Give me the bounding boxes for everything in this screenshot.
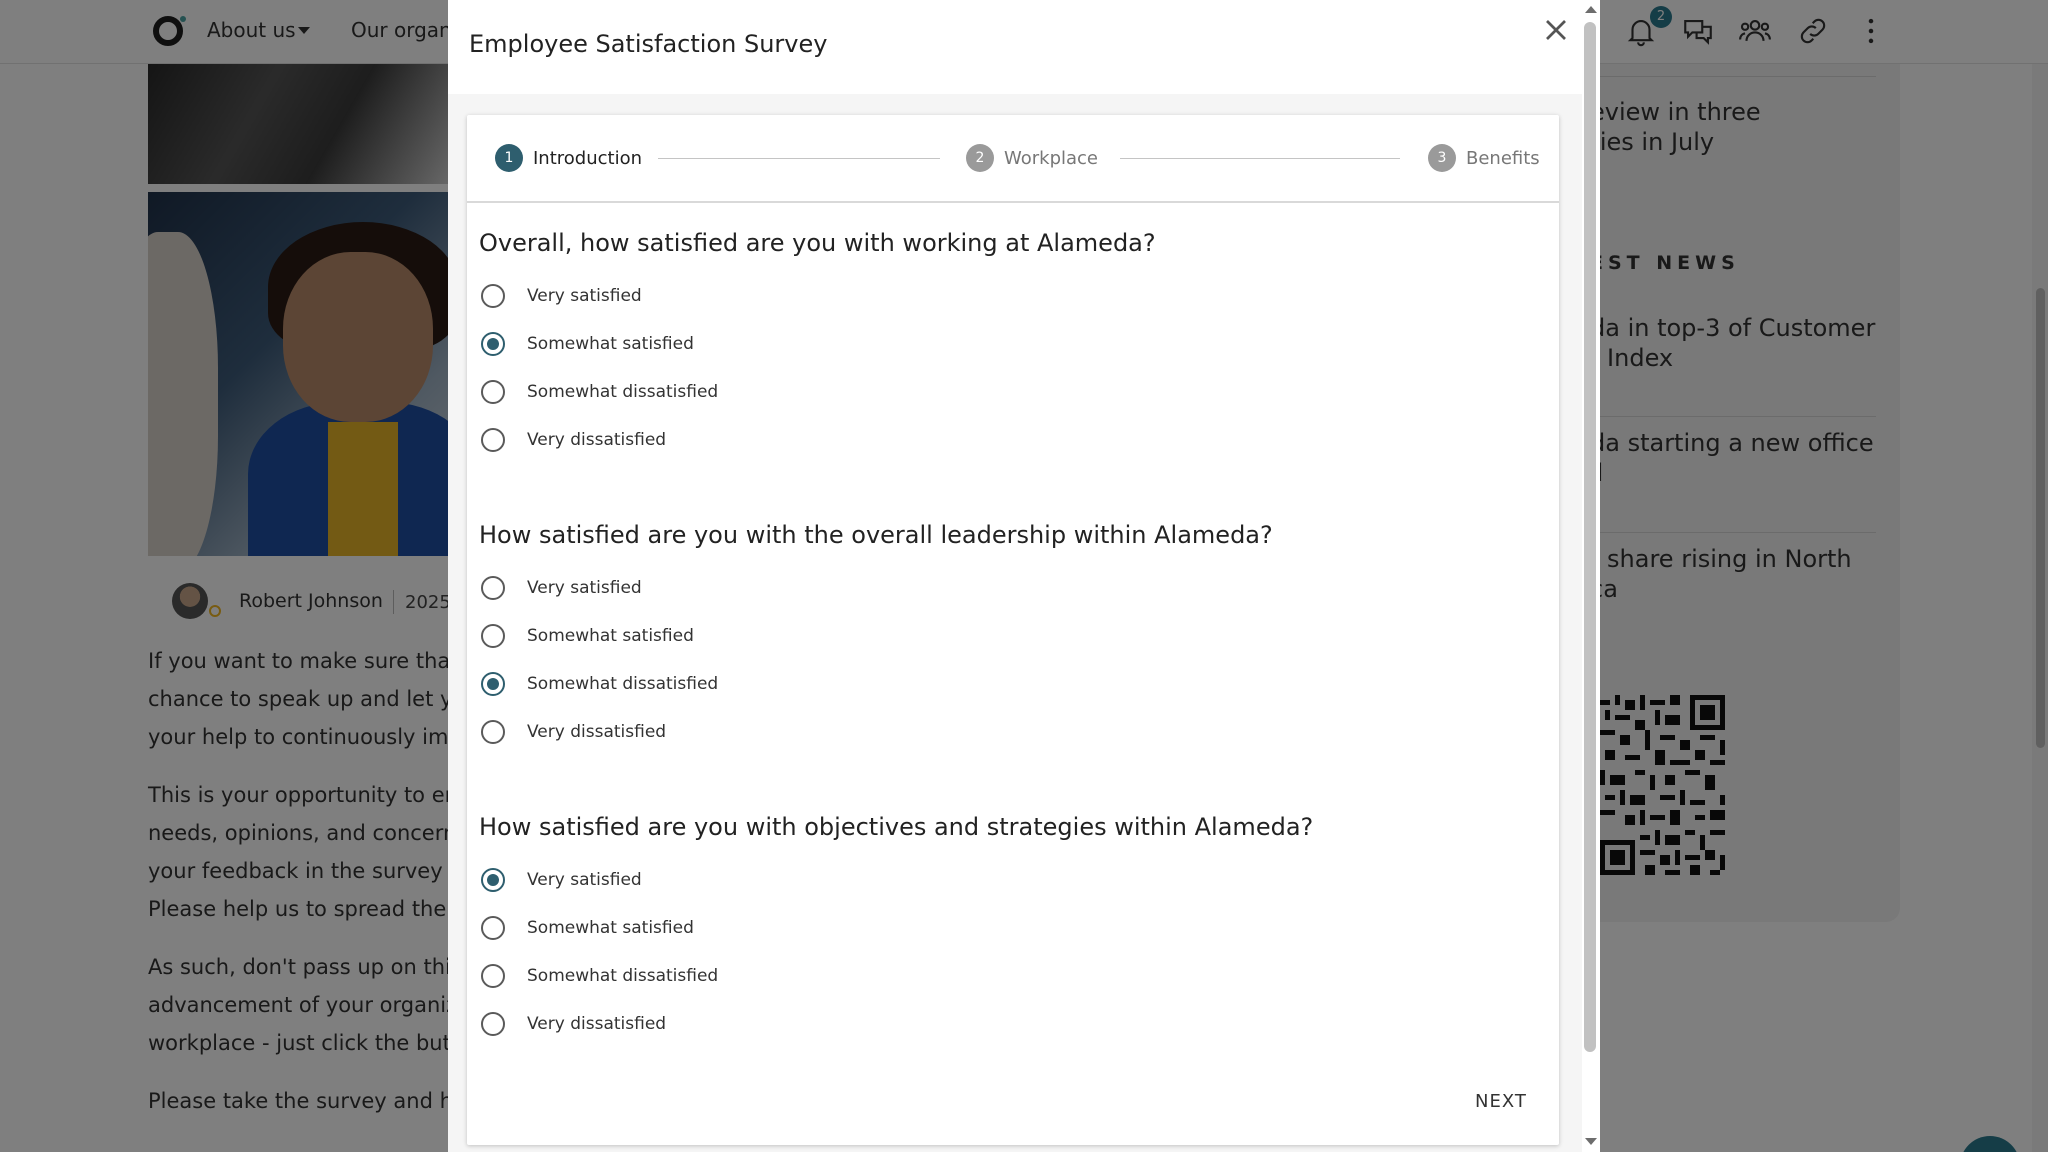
question-title: How satisfied are you with objectives an… bbox=[479, 813, 1314, 841]
radio-option[interactable]: Somewhat dissatisfied bbox=[479, 375, 718, 409]
step-benefits[interactable]: 3 Benefits bbox=[1428, 143, 1540, 173]
radio-option[interactable]: Somewhat satisfied bbox=[479, 327, 694, 361]
radio-button[interactable] bbox=[481, 1012, 505, 1036]
step-label: Workplace bbox=[1004, 147, 1099, 169]
radio-button[interactable] bbox=[481, 964, 505, 988]
step-connector bbox=[658, 158, 940, 159]
radio-button[interactable] bbox=[481, 380, 505, 404]
radio-option[interactable]: Very dissatisfied bbox=[479, 1007, 666, 1041]
radio-option[interactable]: Somewhat dissatisfied bbox=[479, 959, 718, 993]
scroll-down-icon[interactable] bbox=[1585, 1138, 1597, 1145]
radio-button[interactable] bbox=[481, 720, 505, 744]
step-label: Introduction bbox=[533, 147, 643, 169]
radio-option[interactable]: Very satisfied bbox=[479, 279, 642, 313]
option-label: Somewhat satisfied bbox=[527, 334, 694, 354]
option-label: Somewhat dissatisfied bbox=[527, 382, 719, 402]
next-button[interactable]: NEXT bbox=[1475, 1091, 1527, 1112]
option-label: Very dissatisfied bbox=[527, 722, 667, 742]
radio-option[interactable]: Somewhat satisfied bbox=[479, 911, 694, 945]
radio-button[interactable] bbox=[481, 576, 505, 600]
option-label: Very dissatisfied bbox=[527, 430, 667, 450]
step-number-badge: 3 bbox=[1428, 144, 1456, 172]
radio-button[interactable] bbox=[481, 868, 505, 892]
survey-form: 1 Introduction 2 Workplace 3 Benefits Ov… bbox=[467, 115, 1559, 1145]
dialog-header: Employee Satisfaction Survey bbox=[448, 0, 1582, 94]
stepper: 1 Introduction 2 Workplace 3 Benefits bbox=[467, 115, 1559, 203]
radio-option[interactable]: Somewhat dissatisfied bbox=[479, 667, 718, 701]
option-label: Very dissatisfied bbox=[527, 1014, 667, 1034]
radio-option[interactable]: Very dissatisfied bbox=[479, 423, 666, 457]
radio-button[interactable] bbox=[481, 624, 505, 648]
option-label: Somewhat dissatisfied bbox=[527, 674, 719, 694]
radio-option[interactable]: Very dissatisfied bbox=[479, 715, 666, 749]
dialog-title: Employee Satisfaction Survey bbox=[469, 30, 828, 58]
radio-option[interactable]: Somewhat satisfied bbox=[479, 619, 694, 653]
option-label: Very satisfied bbox=[527, 578, 642, 598]
radio-button[interactable] bbox=[481, 284, 505, 308]
radio-option[interactable]: Very satisfied bbox=[479, 571, 642, 605]
step-introduction[interactable]: 1 Introduction bbox=[495, 143, 642, 173]
option-label: Somewhat satisfied bbox=[527, 918, 694, 938]
radio-button[interactable] bbox=[481, 428, 505, 452]
option-label: Somewhat dissatisfied bbox=[527, 966, 719, 986]
step-workplace[interactable]: 2 Workplace bbox=[966, 143, 1098, 173]
radio-button[interactable] bbox=[481, 672, 505, 696]
close-icon[interactable] bbox=[1538, 12, 1574, 48]
radio-option[interactable]: Very satisfied bbox=[479, 863, 642, 897]
step-number-badge: 2 bbox=[966, 144, 994, 172]
question-title: How satisfied are you with the overall l… bbox=[479, 521, 1273, 549]
survey-dialog: Employee Satisfaction Survey 1 Introduct… bbox=[448, 0, 1600, 1152]
scroll-up-icon[interactable] bbox=[1585, 6, 1597, 13]
step-connector bbox=[1120, 158, 1400, 159]
option-label: Very satisfied bbox=[527, 286, 642, 306]
option-label: Very satisfied bbox=[527, 870, 642, 890]
dialog-scrollbar-thumb[interactable] bbox=[1584, 22, 1596, 1052]
step-label: Benefits bbox=[1466, 147, 1540, 169]
option-label: Somewhat satisfied bbox=[527, 626, 694, 646]
step-number-badge: 1 bbox=[495, 144, 523, 172]
radio-button[interactable] bbox=[481, 916, 505, 940]
radio-button[interactable] bbox=[481, 332, 505, 356]
question-title: Overall, how satisfied are you with work… bbox=[479, 229, 1156, 257]
